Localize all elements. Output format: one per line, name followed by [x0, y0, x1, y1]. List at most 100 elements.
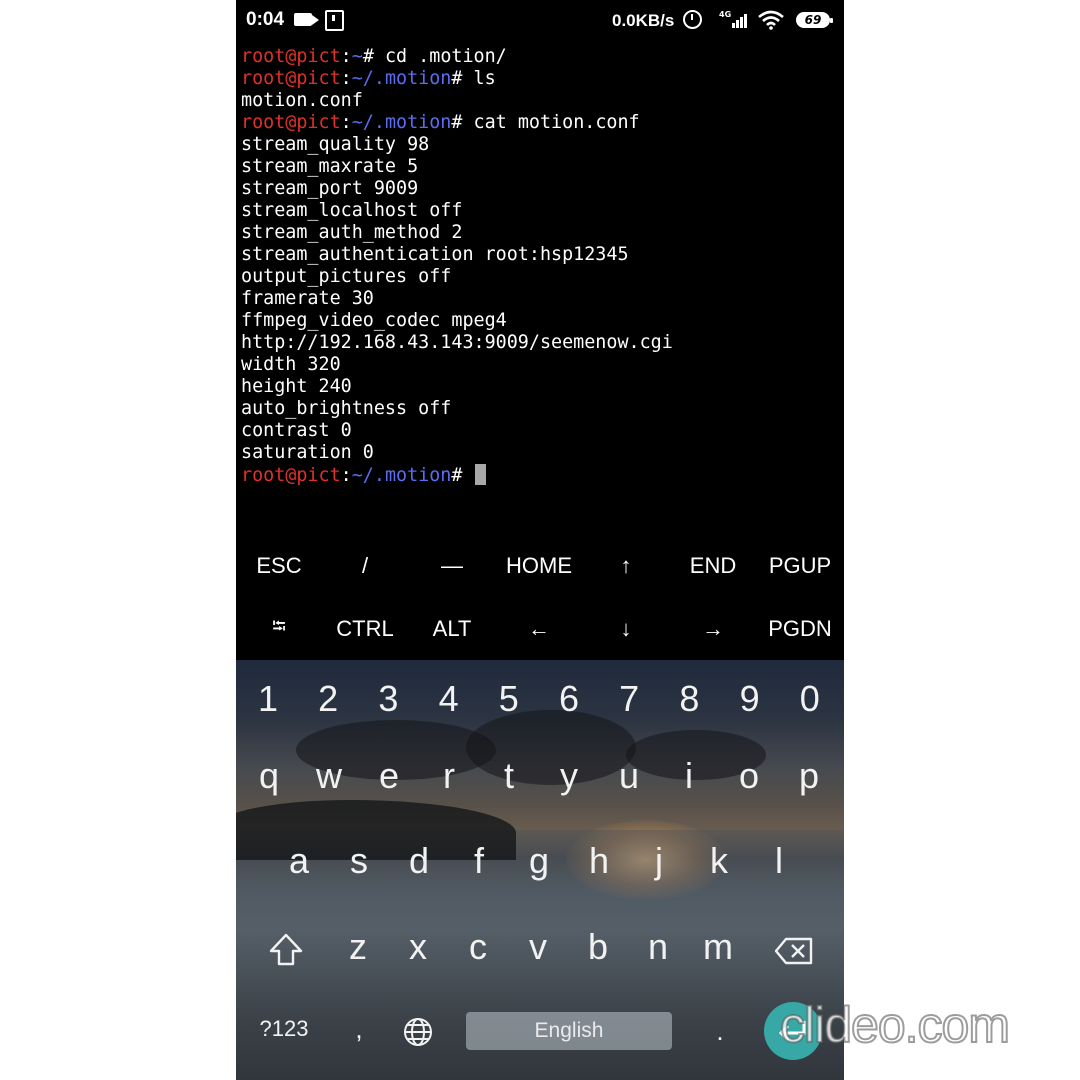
letter-key-a[interactable]: a [269, 840, 329, 882]
period-key[interactable]: . [710, 1016, 730, 1047]
terminal-output-line: width 320 [241, 354, 841, 376]
left-arrow-key[interactable]: ← [496, 597, 582, 660]
terminal-output-line: stream_maxrate 5 [241, 156, 841, 178]
letter-key-s[interactable]: s [329, 840, 389, 882]
command-text: cat motion.conf [462, 112, 640, 133]
output-text: stream_port 9009 [241, 178, 419, 199]
letter-key-c[interactable]: c [448, 926, 508, 968]
letter-key-e[interactable]: e [359, 755, 419, 797]
shift-icon[interactable] [266, 930, 306, 970]
letter-key-q[interactable]: q [239, 755, 299, 797]
letter-key-h[interactable]: h [569, 840, 629, 882]
backspace-icon[interactable] [774, 936, 814, 966]
terminal-output-line: auto_brightness off [241, 398, 841, 420]
prompt-path: ~/.motion [351, 465, 452, 486]
letter-key-p[interactable]: p [779, 755, 839, 797]
output-text: contrast 0 [241, 420, 352, 441]
letter-key-m[interactable]: m [688, 926, 748, 968]
output-text: stream_localhost off [241, 200, 463, 221]
number-key-6[interactable]: 6 [539, 678, 599, 720]
tab-key[interactable]: ⭾ [236, 597, 322, 660]
letter-key-n[interactable]: n [628, 926, 688, 968]
soft-keyboard: ?123 , English . 1234567890 qwertyuiop asd… [236, 660, 844, 1080]
letter-key-y[interactable]: y [539, 755, 599, 797]
prompt-user-host: root@pict [241, 465, 341, 486]
output-text: width 320 [241, 354, 341, 375]
terminal-prompt-line: root@pict:~/.motion# cat motion.conf [241, 112, 841, 134]
down-arrow-key[interactable]: ↓ [583, 597, 669, 660]
symbols-key[interactable]: ?123 [252, 1016, 316, 1042]
number-key-3[interactable]: 3 [358, 678, 418, 720]
prompt-symbol: # [451, 465, 463, 486]
letter-key-v[interactable]: v [508, 926, 568, 968]
battery-icon: 69 [796, 12, 833, 28]
letter-key-f[interactable]: f [449, 840, 509, 882]
number-key-0[interactable]: 0 [780, 678, 840, 720]
output-text: output_pictures off [241, 266, 452, 287]
ctrl-key[interactable]: CTRL [322, 597, 408, 660]
globe-icon[interactable] [402, 1016, 434, 1048]
prompt-colon: : [340, 465, 352, 486]
terminal-cursor [474, 464, 486, 485]
prompt-path: ~ [351, 46, 363, 67]
letter-key-w[interactable]: w [299, 755, 359, 797]
end-key[interactable]: END [670, 534, 756, 597]
letter-key-d[interactable]: d [389, 840, 449, 882]
slash-key[interactable]: / [322, 534, 408, 597]
letter-key-o[interactable]: o [719, 755, 779, 797]
alt-key[interactable]: ALT [409, 597, 495, 660]
wifi-icon [758, 10, 784, 30]
letter-key-r[interactable]: r [419, 755, 479, 797]
terminal-output-line: contrast 0 [241, 420, 841, 442]
letter-key-l[interactable]: l [749, 840, 809, 882]
dash-key[interactable]: — [409, 534, 495, 597]
pgup-key[interactable]: PGUP [757, 534, 843, 597]
space-bar[interactable]: English [466, 1012, 672, 1050]
prompt-user-host: root@pict [241, 68, 341, 89]
output-text: height 240 [241, 376, 352, 397]
right-arrow-key[interactable]: → [670, 597, 756, 660]
number-key-5[interactable]: 5 [479, 678, 539, 720]
esc-key[interactable]: ESC [236, 534, 322, 597]
home-key[interactable]: HOME [496, 534, 582, 597]
pgdn-key[interactable]: PGDN [757, 597, 843, 660]
terminal-output-line: output_pictures off [241, 266, 841, 288]
terminal-output-line: ffmpeg_video_codec mpeg4 [241, 310, 841, 332]
number-key-8[interactable]: 8 [659, 678, 719, 720]
terminal-output[interactable]: root@pict:~# cd .motion/root@pict:~/.mot… [241, 46, 841, 486]
prompt-colon: : [340, 68, 352, 89]
output-text: stream_maxrate 5 [241, 156, 419, 177]
letter-key-x[interactable]: x [388, 926, 448, 968]
letter-key-z[interactable]: z [328, 926, 388, 968]
terminal-output-line: stream_port 9009 [241, 178, 841, 200]
terminal-output-line: http://192.168.43.143:9009/seemenow.cgi [241, 332, 841, 354]
terminal-output-line: framerate 30 [241, 288, 841, 310]
comma-key[interactable]: , [346, 1014, 372, 1045]
letter-key-k[interactable]: k [689, 840, 749, 882]
letter-key-t[interactable]: t [479, 755, 539, 797]
letter-key-g[interactable]: g [509, 840, 569, 882]
letter-key-u[interactable]: u [599, 755, 659, 797]
status-bar: 0:04 0.0KB/s 4G 69 [236, 0, 844, 42]
output-text: stream_authentication root:hsp12345 [241, 244, 629, 265]
terminal-output-line: stream_authentication root:hsp12345 [241, 244, 841, 266]
letter-key-b[interactable]: b [568, 926, 628, 968]
number-key-7[interactable]: 7 [599, 678, 659, 720]
terminal-output-line: saturation 0 [241, 442, 841, 464]
signal-icon [726, 12, 750, 28]
letter-key-j[interactable]: j [629, 840, 689, 882]
letter-key-i[interactable]: i [659, 755, 719, 797]
output-text: stream_quality 98 [241, 134, 430, 155]
up-arrow-key[interactable]: ↑ [583, 534, 669, 597]
output-text: auto_brightness off [241, 398, 452, 419]
number-key-9[interactable]: 9 [720, 678, 780, 720]
prompt-path: ~/.motion [351, 112, 452, 133]
command-text: ls [462, 68, 496, 89]
terminal-prompt-line: root@pict:~/.motion# [241, 464, 841, 486]
number-key-1[interactable]: 1 [238, 678, 298, 720]
prompt-symbol: # [451, 68, 463, 89]
number-key-2[interactable]: 2 [298, 678, 358, 720]
prompt-path: ~/.motion [351, 68, 452, 89]
command-text: cd .motion/ [373, 46, 507, 67]
number-key-4[interactable]: 4 [419, 678, 479, 720]
